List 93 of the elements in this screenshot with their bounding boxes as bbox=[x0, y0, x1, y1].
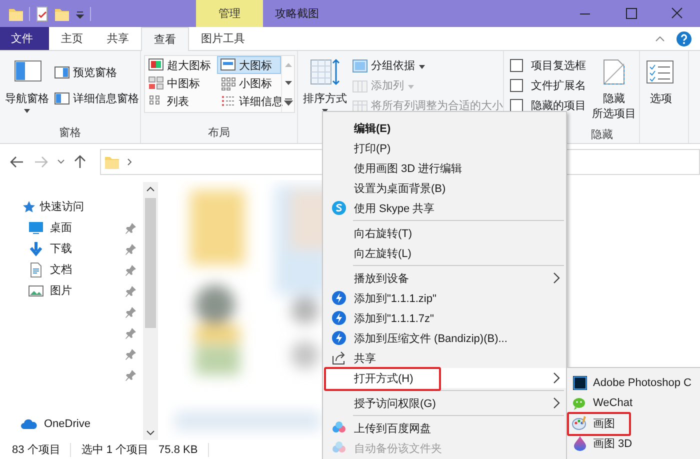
menu-item[interactable]: 添加到"1.1.1.zip" bbox=[323, 288, 566, 308]
layout-option[interactable]: 小图标 bbox=[217, 74, 281, 92]
sidebar-item[interactable]: 下载 bbox=[50, 241, 72, 256]
chevron-icon[interactable] bbox=[126, 156, 134, 168]
menu-item[interactable]: 播放到设备 bbox=[323, 268, 566, 288]
up-icon[interactable] bbox=[72, 154, 88, 170]
folder-icon bbox=[104, 154, 120, 170]
menu-item[interactable]: 使用画图 3D 进行编辑 bbox=[323, 158, 566, 178]
app-icon bbox=[572, 375, 588, 391]
bolt-icon bbox=[330, 310, 346, 326]
ribbon-tab[interactable]: 查看 bbox=[141, 27, 189, 51]
menu-item[interactable]: 打印(P) bbox=[323, 138, 566, 158]
columns-icon bbox=[352, 78, 368, 94]
layout-option[interactable]: 列表 bbox=[145, 92, 217, 110]
image-icon bbox=[28, 282, 44, 298]
chevron-icon bbox=[552, 272, 560, 284]
chevron-icon bbox=[552, 372, 560, 384]
menu-item[interactable]: Adobe Photoshop C bbox=[567, 373, 700, 393]
back-icon[interactable] bbox=[8, 154, 26, 170]
menu-item[interactable]: 共享 bbox=[323, 348, 566, 368]
ribbon-button[interactable]: 详细信息窗格 bbox=[54, 89, 139, 108]
sidebar-item[interactable]: 文档 bbox=[50, 262, 72, 277]
checkbox[interactable]: 文件扩展名 bbox=[510, 76, 586, 95]
scroll-down-icon[interactable] bbox=[284, 79, 292, 87]
window-title: 攻略截图 bbox=[274, 7, 320, 22]
collapse-icon[interactable] bbox=[654, 34, 666, 44]
ribbon-button[interactable]: 预览窗格 bbox=[54, 63, 139, 82]
pane-icon bbox=[54, 90, 70, 106]
details-icon bbox=[220, 93, 236, 109]
share-icon bbox=[330, 350, 346, 366]
sidebar-item[interactable]: OneDrive bbox=[44, 418, 90, 430]
star-icon bbox=[22, 200, 36, 214]
scrollbar-thumb[interactable] bbox=[145, 198, 156, 328]
group-label: 隐藏 bbox=[591, 128, 613, 142]
group-label: 布局 bbox=[208, 126, 230, 140]
ribbon-tab[interactable]: 图片工具 bbox=[189, 27, 257, 50]
image-icon bbox=[220, 57, 236, 73]
checklist-icon[interactable] bbox=[35, 6, 49, 22]
menu-item[interactable]: 编辑(E) bbox=[323, 118, 566, 138]
menu-item[interactable]: 使用 Skype 共享 bbox=[323, 198, 566, 218]
menu-item[interactable]: 打开方式(H) bbox=[323, 368, 566, 388]
tiles-icon bbox=[148, 75, 164, 91]
menu-item[interactable]: 画图 bbox=[567, 413, 700, 433]
menu-item[interactable]: 授予访问权限(G) bbox=[323, 393, 566, 413]
checkbox[interactable]: 项目复选框 bbox=[510, 56, 586, 75]
menu-item[interactable]: 向左旋转(L) bbox=[323, 243, 566, 263]
ribbon-button[interactable]: 导航窗格 bbox=[3, 55, 51, 121]
sort-icon bbox=[309, 58, 341, 86]
layout-option[interactable]: 超大图标 bbox=[145, 56, 217, 74]
ribbon-button[interactable]: 分组依据 bbox=[352, 56, 503, 75]
menu-item[interactable]: 添加到压缩文件 (Bandizip)(B)... bbox=[323, 328, 566, 348]
selection-count: 选中 1 个项目 bbox=[81, 443, 149, 457]
pane-icon bbox=[54, 64, 70, 80]
layout-option[interactable]: 大图标 bbox=[217, 56, 281, 74]
ribbon-button[interactable]: 隐藏 所选项目 bbox=[590, 55, 638, 125]
layout-option[interactable]: 详细信息 bbox=[217, 92, 281, 110]
help-icon[interactable] bbox=[676, 30, 692, 46]
group-label: 窗格 bbox=[59, 126, 81, 140]
item-count: 83 个项目 bbox=[12, 443, 60, 457]
caret-icon bbox=[407, 82, 415, 88]
monitor-icon bbox=[28, 220, 44, 236]
drop-icon bbox=[572, 435, 588, 451]
menu-item[interactable]: 画图 3D bbox=[567, 433, 700, 453]
ribbon-tab[interactable]: 主页 bbox=[49, 27, 95, 50]
bolt-icon bbox=[330, 330, 346, 346]
menu-item[interactable]: 向右旋转(T) bbox=[323, 223, 566, 243]
palette-icon bbox=[572, 415, 588, 431]
menu-item[interactable]: 上传到百度网盘 bbox=[323, 418, 566, 438]
chat-icon bbox=[572, 395, 588, 411]
caret-icon bbox=[23, 107, 31, 113]
document-icon bbox=[28, 262, 44, 278]
sidebar-item[interactable]: 快速访问 bbox=[40, 199, 84, 214]
group-icon bbox=[352, 58, 368, 74]
menu-item[interactable]: 设置为桌面背景(B) bbox=[323, 178, 566, 198]
grid-icon bbox=[220, 75, 236, 91]
ribbon-tab[interactable]: 文件 bbox=[0, 27, 49, 50]
ribbon-button[interactable]: 排序方式 bbox=[301, 55, 349, 121]
layout-option[interactable]: 中图标 bbox=[145, 74, 217, 92]
file-size: 75.8 KB bbox=[158, 444, 198, 456]
sidebar-item[interactable]: 桌面 bbox=[50, 220, 72, 235]
skype-icon bbox=[330, 200, 346, 216]
bolt-icon bbox=[330, 290, 346, 306]
expand-icon[interactable] bbox=[284, 97, 292, 107]
menu-item[interactable]: 添加到"1.1.1.7z" bbox=[323, 308, 566, 328]
menu-item[interactable]: WeChat bbox=[567, 393, 700, 413]
ribbon-button[interactable]: 选项 bbox=[643, 55, 679, 121]
chevron-icon bbox=[552, 397, 560, 409]
caret-icon bbox=[418, 62, 426, 68]
sidebar-item[interactable]: 图片 bbox=[50, 283, 72, 298]
download-icon bbox=[28, 240, 44, 256]
context-tab-header[interactable]: 管理 bbox=[196, 0, 263, 27]
ribbon-tab[interactable]: 共享 bbox=[95, 27, 141, 50]
checkbox[interactable]: 隐藏的项目 bbox=[510, 96, 586, 115]
